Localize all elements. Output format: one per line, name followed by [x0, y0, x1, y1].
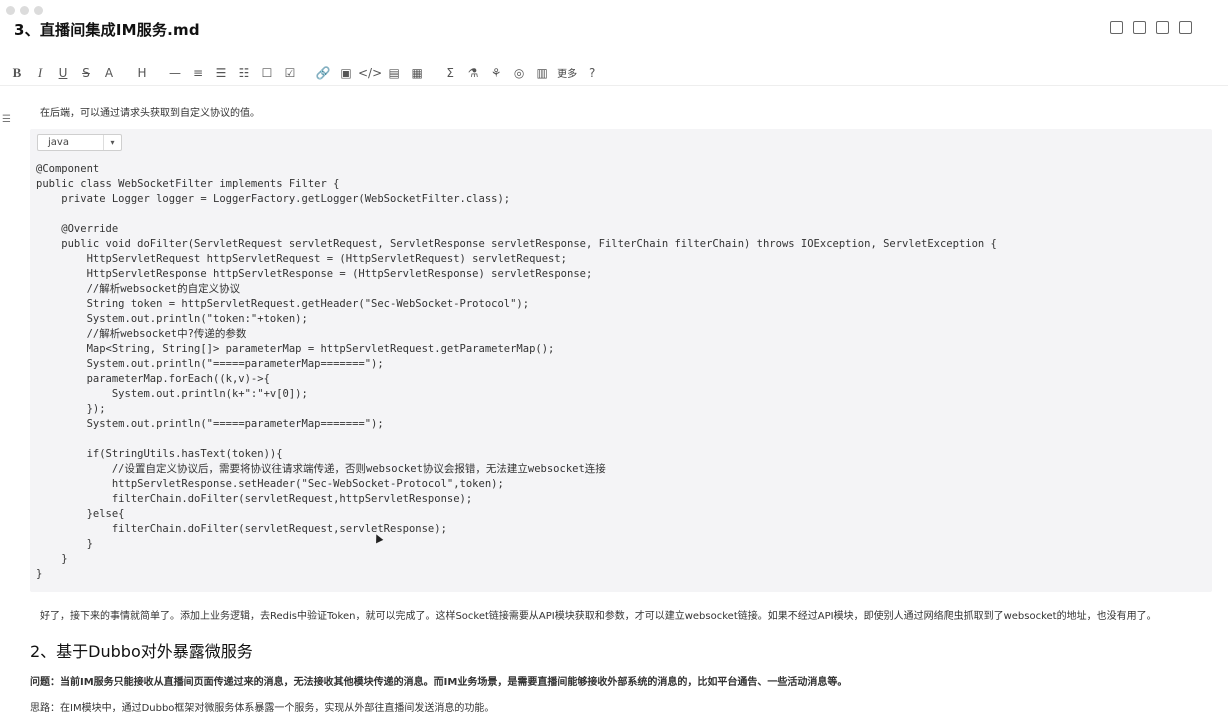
chemistry-button[interactable]: ⚗ — [462, 62, 484, 84]
editor-toolbar: B I U S A H — ≡ ☰ ☷ ☐ ☑ 🔗 ▣ </> ▤ ▦ Σ ⚗ … — [0, 60, 1228, 86]
fullscreen-icon[interactable] — [1179, 21, 1192, 34]
code-line: @Override — [36, 223, 119, 235]
italic-button[interactable]: I — [29, 62, 51, 84]
code-line: filterChain.doFilter(servletRequest,serv… — [36, 523, 447, 535]
minimize-window-button[interactable] — [20, 6, 29, 15]
code-line: String token = httpServletRequest.getHea… — [36, 298, 530, 310]
code-line: System.out.println("token:"+token); — [36, 313, 308, 325]
code-line: filterChain.doFilter(servletRequest,http… — [36, 493, 473, 505]
outline-toggle-icon[interactable]: ☰ — [2, 114, 11, 125]
code-block: java ▾ @Component public class WebSocketF… — [30, 129, 1212, 592]
code-line: public class WebSocketFilter implements … — [36, 178, 340, 190]
ordered-list-button[interactable]: ☷ — [233, 62, 255, 84]
code-line: //设置自定义协议后，需要将协议往请求端传递，否则websocket协议会报错，… — [36, 463, 606, 475]
maximize-window-button[interactable] — [34, 6, 43, 15]
code-line: Map<String, String[]> parameterMap = htt… — [36, 343, 555, 355]
image-button[interactable]: ▣ — [335, 62, 357, 84]
window-controls — [6, 6, 43, 15]
paragraph-after-code: 好了，接下来的事情就简单了。添加上业务逻辑，去Redis中验证Token，就可以… — [40, 611, 1157, 622]
heading-button[interactable]: H — [131, 62, 153, 84]
code-block-button[interactable]: ▤ — [383, 62, 405, 84]
code-line: System.out.println("=====parameterMap===… — [36, 358, 384, 370]
top-actions — [1110, 21, 1192, 34]
code-content: @Component public class WebSocketFilter i… — [36, 162, 997, 582]
preview-icon[interactable] — [1110, 21, 1123, 34]
diagram-button[interactable]: ◎ — [508, 62, 530, 84]
help-button[interactable]: ? — [581, 62, 603, 84]
code-line: } — [36, 553, 68, 565]
code-line: @Component — [36, 163, 100, 175]
chevron-down-icon: ▾ — [103, 135, 121, 150]
code-line: HttpServletRequest httpServletRequest = … — [36, 253, 568, 265]
code-line: }); — [36, 403, 106, 415]
code-language-select[interactable]: java ▾ — [37, 134, 122, 151]
code-line: System.out.println("=====parameterMap===… — [36, 418, 384, 430]
search-icon[interactable] — [1156, 21, 1169, 34]
code-line: if(StringUtils.hasText(token)){ — [36, 448, 283, 460]
code-line: private Logger logger = LoggerFactory.ge… — [36, 193, 511, 205]
code-line: httpServletResponse.setHeader("Sec-WebSo… — [36, 478, 504, 490]
close-window-button[interactable] — [6, 6, 15, 15]
code-line: //解析websocket中?传递的参数 — [36, 328, 247, 340]
idea-paragraph: 思路：在IM模块中，通过Dubbo框架对微服务体系暴露一个服务，实现从外部往直播… — [30, 703, 495, 714]
code-line: } — [36, 568, 43, 580]
code-line: }else{ — [36, 508, 125, 520]
code-line: HttpServletResponse httpServletResponse … — [36, 268, 593, 280]
table-button[interactable]: ▦ — [406, 62, 428, 84]
embed-button[interactable]: ▥ — [531, 62, 553, 84]
section-heading: 2、基于Dubbo对外暴露微服务 — [30, 642, 253, 661]
task-list-button[interactable]: ☑ — [279, 62, 301, 84]
question-paragraph: 问题：当前IM服务只能接收从直播间页面传递过来的消息，无法接收其他模块传递的消息… — [30, 677, 848, 688]
mindmap-button[interactable]: ⚘ — [485, 62, 507, 84]
formula-button[interactable]: Σ — [439, 62, 461, 84]
checkbox-button[interactable]: ☐ — [256, 62, 278, 84]
code-line: System.out.println(k+":"+v[0]); — [36, 388, 308, 400]
code-line: } — [36, 538, 93, 550]
paragraph-before-code: 在后端，可以通过请求头获取到自定义协议的值。 — [40, 108, 260, 119]
document-title: 3、直播间集成IM服务.md — [14, 21, 200, 39]
bold-button[interactable]: B — [6, 62, 28, 84]
horizontal-rule-button[interactable]: — — [164, 62, 186, 84]
more-button[interactable]: 更多 — [554, 62, 580, 84]
code-language-value: java — [48, 137, 69, 148]
code-line: public void doFilter(ServletRequest serv… — [36, 238, 997, 250]
highlight-button[interactable]: A — [98, 62, 120, 84]
underline-button[interactable]: U — [52, 62, 74, 84]
share-icon[interactable] — [1133, 21, 1146, 34]
link-button[interactable]: 🔗 — [312, 62, 334, 84]
quote-button[interactable]: ≡ — [187, 62, 209, 84]
strikethrough-button[interactable]: S — [75, 62, 97, 84]
bullet-list-button[interactable]: ☰ — [210, 62, 232, 84]
code-button[interactable]: </> — [358, 62, 382, 84]
title-bar: 3、直播间集成IM服务.md — [0, 0, 1228, 56]
code-line: parameterMap.forEach((k,v)->{ — [36, 373, 270, 385]
code-line: //解析websocket的自定义协议 — [36, 283, 241, 295]
